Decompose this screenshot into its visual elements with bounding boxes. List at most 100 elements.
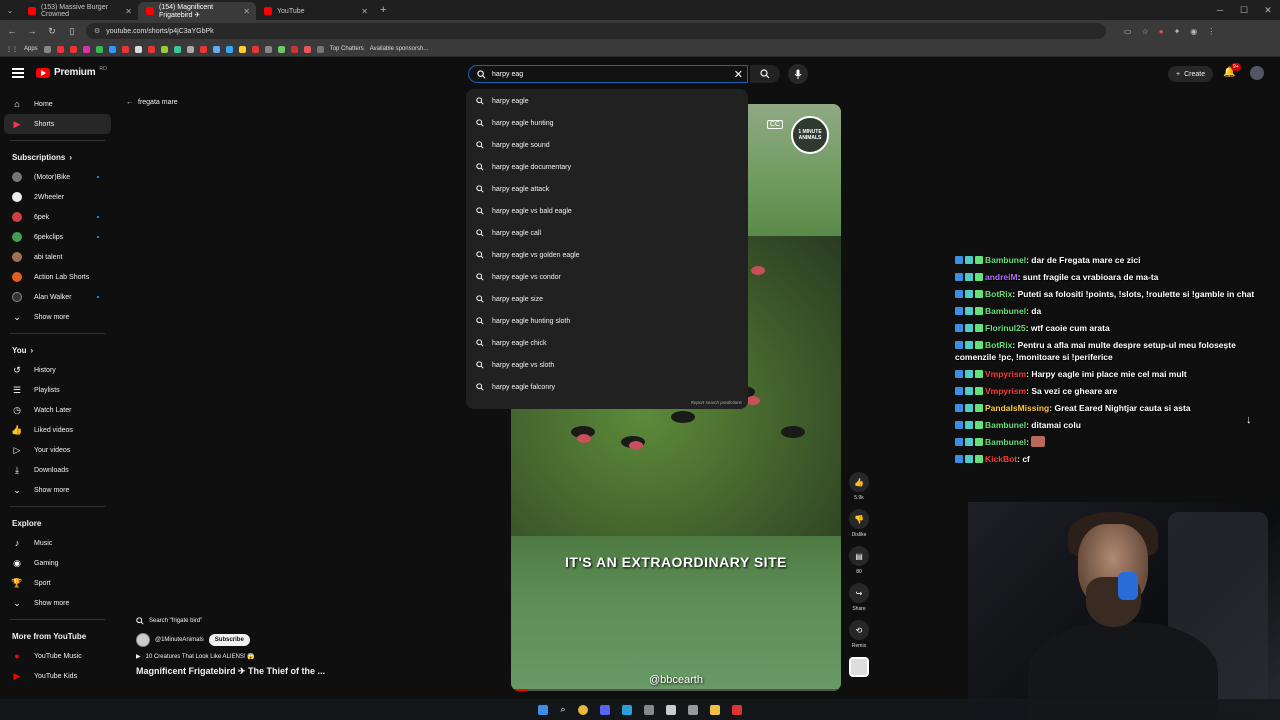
bookmark-icon[interactable] [225,45,233,53]
account-avatar[interactable] [1250,66,1264,80]
bookmark-icon[interactable] [173,45,181,53]
search-suggestion[interactable]: harpy eagle documentary [466,156,748,178]
chat-username[interactable]: KickBot [985,454,1017,464]
sidebar-item-sub-motorbike[interactable]: (Motor)Bike [0,167,115,187]
bookmark-icon[interactable] [290,45,298,53]
app-icon[interactable] [731,704,742,715]
comment-action[interactable]: ▤ 80 [845,546,873,575]
sidebar-item-liked-videos[interactable]: 👍 Liked videos [0,420,115,440]
bookmark-apps[interactable]: Apps [24,46,38,52]
report-search-predictions-link[interactable]: Report search predictions [691,400,742,405]
sidebar-item-watch-later[interactable]: ◷ Watch Later [0,400,115,420]
share-icon[interactable]: ↪ [849,583,869,603]
like-action[interactable]: 👍 5.9k [845,472,873,501]
chat-username[interactable]: Vmpyrism [985,369,1026,379]
scroll-down-arrow-icon[interactable]: ↓ [1246,414,1252,426]
extension-icon[interactable]: ● [1159,27,1164,36]
close-tab-icon[interactable]: ✕ [125,7,132,16]
subscriptions-heading[interactable]: Subscriptions › [0,147,115,167]
bookmark-icon[interactable] [264,45,272,53]
sidebar-item-playlists[interactable]: ☰ Playlists [0,380,115,400]
chat-username[interactable]: Bambunel [985,420,1026,430]
chat-username[interactable]: andreiM [985,272,1018,282]
search-suggestion[interactable]: harpy eagle sound [466,134,748,156]
chat-username[interactable]: Florinul25 [985,323,1026,333]
search-suggestion[interactable]: harpy eagle call [466,222,748,244]
sidebar-item-sub-6pekclips[interactable]: 6pekclips [0,227,115,247]
start-icon[interactable] [538,704,549,715]
app-icon[interactable] [665,704,676,715]
voice-search-button[interactable] [788,64,808,84]
search-suggestion[interactable]: harpy eagle vs sloth [466,354,748,376]
forward-arrow-icon[interactable]: → [26,26,38,36]
sidebar-item-home[interactable]: ⌂ Home [0,94,115,114]
bookmark-icon[interactable] [121,45,129,53]
bookmark-icon[interactable] [238,45,246,53]
browser-menu-icon[interactable]: ⋮ [1207,27,1215,36]
apps-grid-icon[interactable]: ⋮⋮ [6,46,18,53]
subscribe-button[interactable]: Subscribe [208,634,250,646]
remix-action[interactable]: ⟲ Remix [845,620,873,649]
chat-username[interactable]: BotRix [985,340,1012,350]
share-action[interactable]: ↪ Share [845,583,873,612]
minimize-icon[interactable]: ─ [1208,0,1232,20]
sidebar-item-downloads[interactable]: ⤓ Downloads [0,460,115,480]
search-suggestion[interactable]: harpy eagle falconry [466,376,748,398]
bookmark-icon[interactable] [212,45,220,53]
search-suggestion[interactable]: harpy eagle chick [466,332,748,354]
video-progress-bar[interactable] [511,689,841,691]
new-tab-button[interactable]: + [374,4,392,16]
sidebar-item-music[interactable]: ♪ Music [0,533,115,553]
sidebar-item-sub-6pek[interactable]: 6pek [0,207,115,227]
sound-thumbnail[interactable] [845,657,873,677]
profile-icon[interactable]: ◉ [1190,27,1197,36]
bookmark-icon[interactable] [186,45,194,53]
like-icon[interactable]: 👍 [849,472,869,492]
comment-icon[interactable]: ▤ [849,546,869,566]
discord-icon[interactable] [599,704,610,715]
search-suggestion[interactable]: harpy eagle hunting [466,112,748,134]
sidebar-item-youtube-music[interactable]: ● YouTube Music [0,646,115,666]
bookmark-icon[interactable] [69,45,77,53]
you-heading[interactable]: You › [0,340,115,360]
you-show-more[interactable]: ⌄ Show more [0,480,115,500]
bookmark-icon[interactable] [95,45,103,53]
close-tab-icon[interactable]: ✕ [361,7,368,16]
sidebar-item-your-videos[interactable]: ▷ Your videos [0,440,115,460]
search-suggestion[interactable]: harpy eagle size [466,288,748,310]
back-nav[interactable]: ← fregata mare [126,99,178,106]
tab-list-chevron-icon[interactable]: ⌄ [0,6,20,15]
search-button[interactable] [750,65,780,83]
chat-username[interactable]: Bambunel [985,437,1026,447]
search-suggestion[interactable]: harpy eagle vs condor [466,266,748,288]
extensions-puzzle-icon[interactable]: ✦ [1174,27,1181,36]
cast-icon[interactable]: ▭ [1124,27,1132,36]
sidebar-item-sub-alan-walker[interactable]: Alan Walker [0,287,115,307]
search-suggestion[interactable]: harpy eagle vs golden eagle [466,244,748,266]
chat-username[interactable]: Vmpyrism [985,386,1026,396]
chrome-icon[interactable] [577,704,588,715]
sidebar-item-sub-2wheeler[interactable]: 2Wheeler [0,187,115,207]
bookmark-icon[interactable] [316,45,324,53]
search-suggestion[interactable]: harpy eagle hunting sloth [466,310,748,332]
sidebar-item-sub-action-lab[interactable]: Action Lab Shorts [0,267,115,287]
url-field[interactable]: ⚙ youtube.com/shorts/p4jC3aYGbPk [86,23,1106,39]
search-box[interactable]: ✕ [468,65,748,83]
dislike-action[interactable]: 👎 Dislike [845,509,873,538]
hamburger-menu-icon[interactable] [12,68,24,78]
bookmark-icon[interactable] [82,45,90,53]
reload-icon[interactable]: ↻ [46,26,58,37]
bookmark-icon[interactable] [251,45,259,53]
clear-search-icon[interactable]: ✕ [734,68,743,81]
bookmark-icon[interactable] [43,45,51,53]
bookmark-icon[interactable] [277,45,285,53]
captions-button[interactable]: CC [767,120,784,129]
site-info-icon[interactable]: ⚙ [94,27,100,35]
related-video-link[interactable]: ▶ 10 Creatures That Look Like ALIENS! 😱 [136,653,496,660]
close-tab-icon[interactable]: ✕ [243,7,250,16]
channel-avatar[interactable] [136,633,150,647]
bookmark-icon[interactable] [160,45,168,53]
browser-tab-2[interactable]: (154) Magnificent Frigatebird ✈ ✕ [138,2,256,20]
youtube-premium-logo[interactable]: Premium RO [36,66,107,78]
explore-show-more[interactable]: ⌄ Show more [0,593,115,613]
